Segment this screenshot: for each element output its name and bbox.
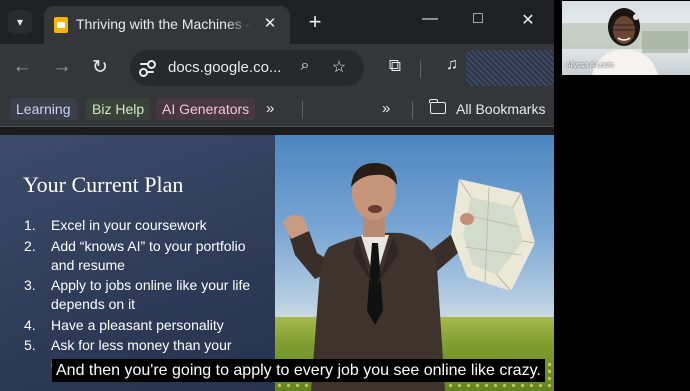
plan-item-text: Have a pleasant personality [51,316,224,333]
url-text[interactable]: docs.google.co... [168,59,281,76]
bookmarks-bar: Learning Biz Help AI Generators » » All … [0,92,554,127]
site-info-icon[interactable] [138,59,156,77]
tab-active[interactable]: Thriving with the Machines - Google Docs… [44,6,290,44]
puzzle-icon[interactable]: ⧉ [384,56,406,76]
profile-area[interactable] [466,50,554,86]
close-window-icon[interactable]: ✕ [516,10,540,30]
live-caption: And then you're going to apply to every … [52,359,545,382]
bookmarks-divider-2 [412,101,413,119]
bookmark-ai-generators[interactable]: AI Generators [156,98,256,120]
slide-text-panel: Your Current Plan 1. Excel in your course… [0,135,275,391]
participant-name: Allyssa A Lewis [566,62,614,69]
maximize-icon[interactable]: □ [466,10,490,28]
all-bookmarks-button[interactable]: All Bookmarks [456,98,545,120]
plan-list: 1. Excel in your coursework 2. Add “knows … [24,216,254,376]
zoom-out-icon[interactable]: ⌕ [294,57,316,75]
tab-strip: ▾ Thriving with the Machines - Google Do… [0,0,554,44]
folder-icon [429,99,446,114]
close-tab-icon[interactable]: ✕ [260,14,280,32]
bookmarks-overflow-button[interactable]: » [266,98,274,120]
minimize-icon[interactable]: — [418,10,442,28]
bookmark-learning[interactable]: Learning [10,98,77,120]
plan-item-text: Add “knows AI” to your portfolio and res… [51,237,246,273]
arrow-left-icon[interactable]: ← [10,56,34,78]
plan-item-text: Apply to jobs online like your life depe… [51,277,251,312]
plan-item-text: Excel in your coursework [51,217,207,233]
plan-item: 2. Add “knows AI” to your portfolio and r… [24,237,254,275]
bookmarks-divider [302,101,303,119]
plan-item-number: 5. [24,337,36,353]
browser-window: ▾ Thriving with the Machines - Google Do… [0,0,554,391]
page-content: Your Current Plan 1. Excel in your course… [0,127,554,391]
businessman-figure [283,163,536,391]
plan-item: 3. Apply to jobs online like your life de… [24,276,254,314]
slide-photo [275,135,554,391]
plan-item: 4. Have a pleasant personality [24,316,254,335]
plus-icon[interactable]: + [304,9,326,35]
participant-video-tile[interactable]: Allyssa A Lewis [562,1,690,75]
bookmarks-overflow-button-2[interactable]: » [382,98,390,120]
arrow-right-icon[interactable]: → [50,56,74,78]
plan-item-number: 4. [24,316,36,333]
toolbar-divider [420,60,421,78]
star-icon[interactable]: ☆ [328,57,350,77]
reload-icon[interactable]: ↻ [88,56,112,79]
plan-item-number: 1. [24,217,36,233]
plan-item-number: 2. [24,237,36,254]
docs-favicon-icon [54,17,68,33]
slide-title: Your Current Plan [23,172,184,197]
tab-title: Thriving with the Machines - Google Docs [76,16,252,32]
media-control-icon[interactable]: ♫ [440,56,464,74]
browser-toolbar: ← → ↻ docs.google.co... ⌕ ☆ ⧉ ♫ [0,44,554,92]
plan-item: 1. Excel in your coursework [24,216,254,235]
address-bar[interactable]: docs.google.co... ⌕ ☆ [130,50,364,86]
chevron-down-icon[interactable]: ▾ [8,10,32,34]
bookmark-biz-help[interactable]: Biz Help [86,98,151,120]
plan-item-number: 3. [24,277,36,293]
